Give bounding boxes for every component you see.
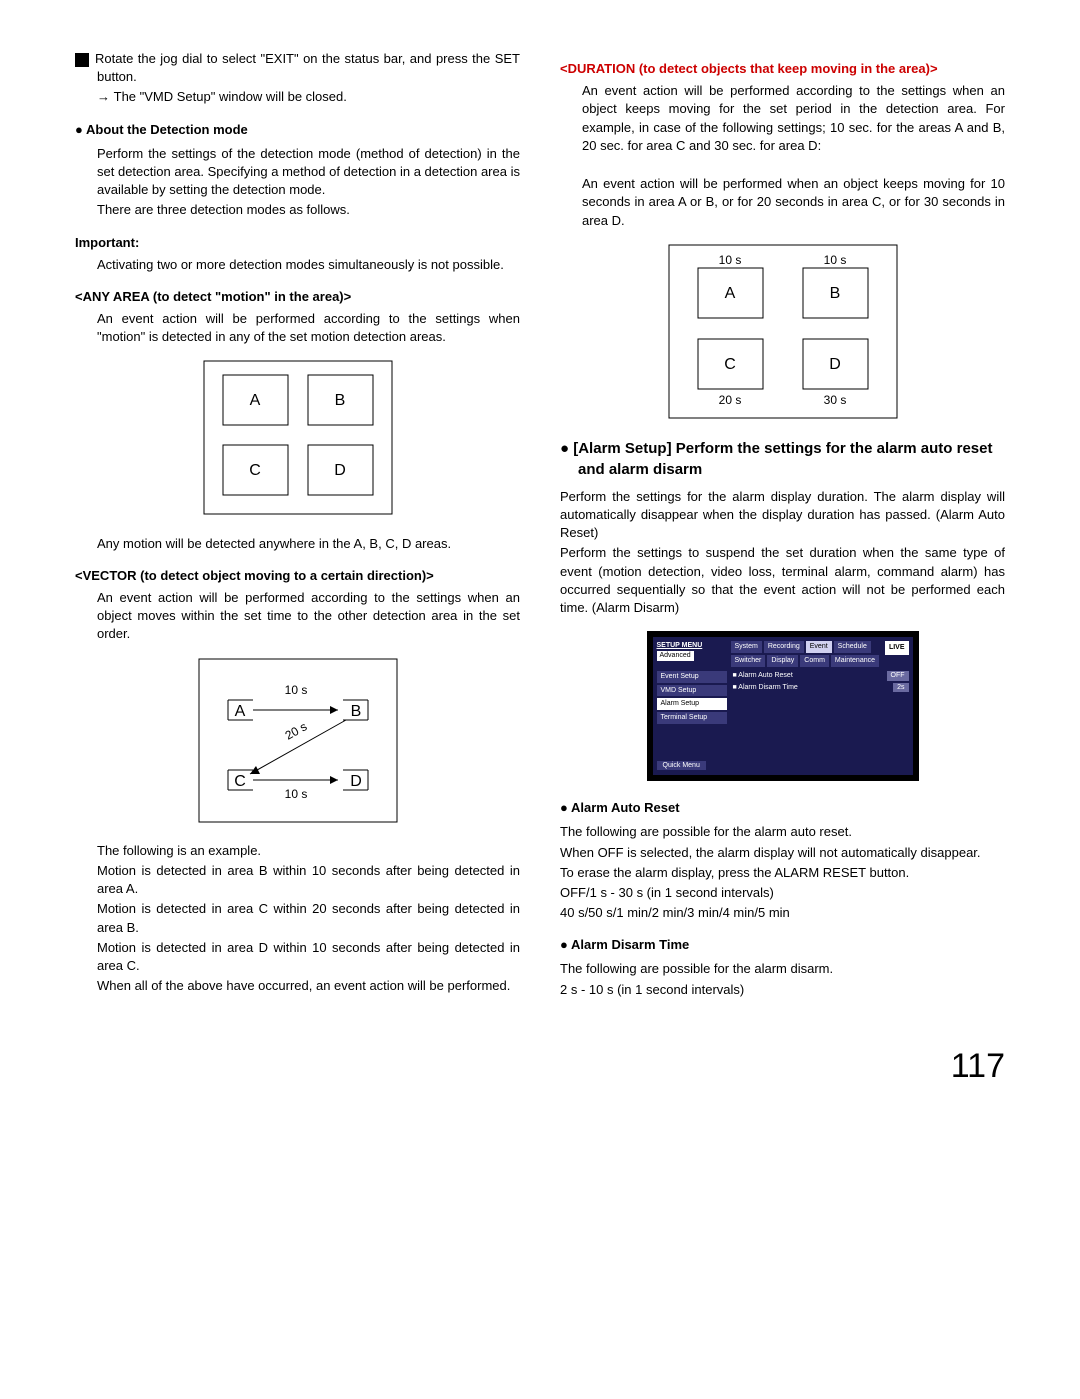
svg-text:10 s: 10 s	[284, 787, 307, 801]
tab-schedule[interactable]: Schedule	[834, 641, 871, 653]
vector-p: An event action will be performed accord…	[97, 589, 520, 644]
alarm-setup-screenshot: SETUP MENU Advanced System Recording Eve…	[647, 631, 919, 781]
svg-text:C: C	[724, 356, 736, 373]
side-alarm-setup[interactable]: Alarm Setup	[657, 698, 727, 710]
side-vmd-setup[interactable]: VMD Setup	[657, 685, 727, 697]
tab-event[interactable]: Event	[806, 641, 832, 653]
setup-mode: Advanced	[657, 651, 694, 661]
duration-body: An event action will be performed accord…	[560, 82, 1005, 230]
vector-m2: Motion is detected in area C within 20 s…	[97, 900, 520, 936]
setup-title: SETUP MENU	[657, 641, 727, 651]
side-event-setup[interactable]: Event Setup	[657, 671, 727, 683]
cell-b: B	[334, 392, 345, 409]
important-p: Activating two or more detection modes s…	[97, 256, 520, 274]
vector-follow: The following is an example.	[97, 842, 520, 860]
duration-p2: An event action will be performed when a…	[582, 175, 1005, 230]
duration-figure: 10 s A 10 s B C 20 s D 30 s	[560, 244, 1005, 424]
anyarea-heading: <ANY AREA (to detect "motion" in the are…	[75, 288, 520, 306]
svg-text:A: A	[234, 703, 245, 720]
vector-m3: Motion is detected in area D within 10 s…	[97, 939, 520, 975]
vector-example: The following is an example. Motion is d…	[75, 842, 520, 996]
svg-text:20 s: 20 s	[282, 719, 309, 742]
tab-maintenance[interactable]: Maintenance	[831, 655, 879, 667]
about-heading: About the Detection mode	[75, 121, 520, 139]
cell-c: C	[249, 462, 261, 479]
side-terminal-setup[interactable]: Terminal Setup	[657, 712, 727, 724]
about-p2: There are three detection modes as follo…	[97, 201, 520, 219]
step-4-result: → The "VMD Setup" window will be closed.	[75, 88, 520, 106]
step-4-body: Rotate the jog dial to select "EXIT" on …	[95, 51, 520, 84]
svg-text:20 s: 20 s	[718, 393, 741, 407]
anyarea-after-p: Any motion will be detected anywhere in …	[97, 535, 520, 553]
svg-text:10 s: 10 s	[718, 253, 741, 267]
aar-p2: When OFF is selected, the alarm display …	[560, 844, 1005, 862]
anyarea-figure: A B C D	[75, 360, 520, 520]
row-adt-value[interactable]: 2s	[893, 683, 908, 693]
aar-p3: To erase the alarm display, press the AL…	[560, 864, 1005, 882]
live-badge: LIVE	[885, 641, 909, 655]
cell-d: D	[334, 462, 346, 479]
tab-comm[interactable]: Comm	[800, 655, 829, 667]
adt-p1: The following are possible for the alarm…	[560, 960, 1005, 978]
anyarea-after: Any motion will be detected anywhere in …	[75, 535, 520, 553]
aar-p1: The following are possible for the alarm…	[560, 823, 1005, 841]
duration-p1: An event action will be performed accord…	[582, 82, 1005, 155]
arrow-icon: →	[97, 89, 114, 104]
aar-heading: Alarm Auto Reset	[560, 799, 1005, 817]
step-4-result-text: The "VMD Setup" window will be closed.	[114, 89, 347, 104]
vector-m1: Motion is detected in area B within 10 s…	[97, 862, 520, 898]
svg-text:A: A	[724, 285, 735, 302]
tab-switcher[interactable]: Switcher	[731, 655, 766, 667]
vector-body: An event action will be performed accord…	[75, 589, 520, 644]
aar-p4: OFF/1 s - 30 s (in 1 second intervals)	[560, 884, 1005, 902]
row-adt-label: ■ Alarm Disarm Time	[733, 683, 798, 693]
tab-system[interactable]: System	[731, 641, 762, 653]
svg-text:D: D	[350, 773, 362, 790]
duration-heading: <DURATION (to detect objects that keep m…	[560, 60, 1005, 78]
alarm-p1: Perform the settings for the alarm displ…	[560, 488, 1005, 543]
svg-text:B: B	[829, 285, 840, 302]
row-aar-label: ■ Alarm Auto Reset	[733, 671, 793, 681]
quick-menu-button[interactable]: Quick Menu	[657, 761, 706, 770]
about-p1: Perform the settings of the detection mo…	[97, 145, 520, 200]
adt-heading: Alarm Disarm Time	[560, 936, 1005, 954]
page-number: 117	[75, 1043, 1005, 1091]
important-heading: Important:	[75, 234, 520, 252]
tab-recording[interactable]: Recording	[764, 641, 804, 653]
anyarea-body: An event action will be performed accord…	[75, 310, 520, 346]
vector-m4: When all of the above have occurred, an …	[97, 977, 520, 995]
svg-text:10 s: 10 s	[284, 683, 307, 697]
cell-a: A	[249, 392, 260, 409]
alarm-p2: Perform the settings to suspend the set …	[560, 544, 1005, 617]
alarm-setup-heading: [Alarm Setup] Perform the settings for t…	[560, 438, 1005, 480]
aar-p5: 40 s/50 s/1 min/2 min/3 min/4 min/5 min	[560, 904, 1005, 922]
step-4-text: 4 Rotate the jog dial to select "EXIT" on…	[75, 50, 520, 86]
adt-p2: 2 s - 10 s (in 1 second intervals)	[560, 981, 1005, 999]
svg-text:C: C	[234, 773, 246, 790]
step-4-badge: 4	[75, 53, 89, 67]
vector-figure: A B C D 10 s 20 s 10 s	[75, 658, 520, 828]
svg-text:B: B	[350, 703, 361, 720]
vector-heading: <VECTOR (to detect object moving to a ce…	[75, 567, 520, 585]
important-body: Activating two or more detection modes s…	[75, 256, 520, 274]
svg-text:10 s: 10 s	[823, 253, 846, 267]
tab-display[interactable]: Display	[767, 655, 798, 667]
about-body: Perform the settings of the detection mo…	[75, 145, 520, 220]
anyarea-p: An event action will be performed accord…	[97, 310, 520, 346]
svg-text:30 s: 30 s	[823, 393, 846, 407]
svg-text:D: D	[829, 356, 841, 373]
row-aar-value[interactable]: OFF	[887, 671, 909, 681]
